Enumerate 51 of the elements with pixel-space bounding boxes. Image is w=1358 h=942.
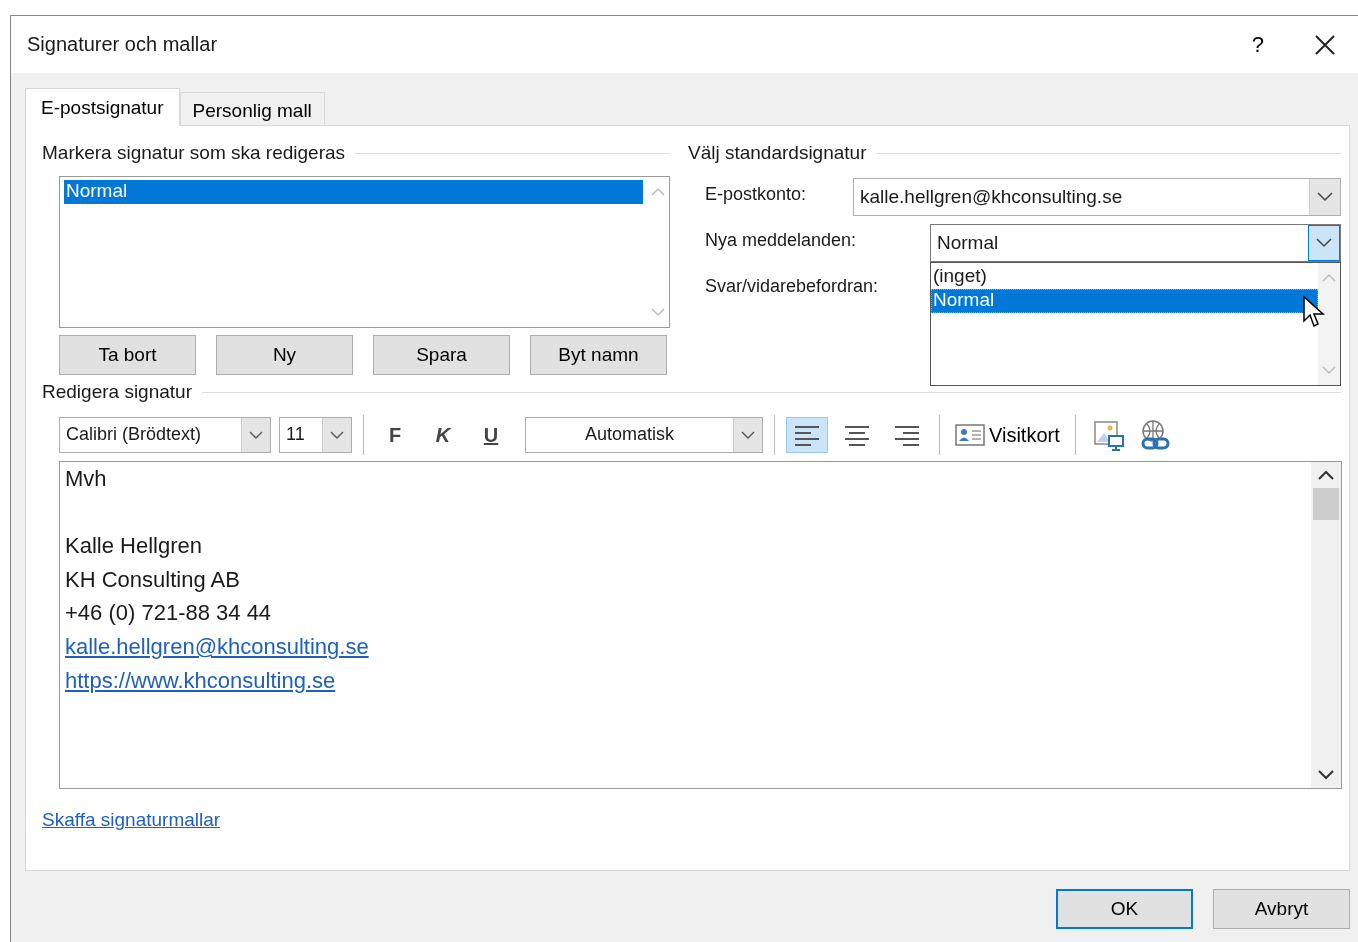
dropdown-field[interactable]: Normal bbox=[930, 224, 1341, 262]
field-label: Nya meddelanden: bbox=[705, 229, 858, 251]
scroll-down-icon[interactable] bbox=[1318, 770, 1334, 780]
close-icon[interactable] bbox=[1314, 33, 1336, 56]
signature-button[interactable]: Ta bort bbox=[59, 335, 196, 375]
scrollbar-thumb[interactable] bbox=[1313, 488, 1339, 520]
dialog-button[interactable]: OK bbox=[1056, 889, 1193, 929]
tab[interactable]: E-postsignatur bbox=[25, 88, 180, 126]
scroll-up-icon[interactable] bbox=[1318, 470, 1334, 480]
signature-button[interactable]: Byt namn bbox=[530, 335, 667, 375]
dialog-button[interactable]: Avbryt bbox=[1213, 889, 1350, 929]
align-left-icon bbox=[793, 424, 821, 446]
underline-button[interactable]: U bbox=[471, 423, 511, 447]
tab[interactable]: Personlig mall bbox=[179, 92, 325, 125]
field-label: E-postkonto: bbox=[705, 183, 808, 205]
chevron-down-icon[interactable] bbox=[741, 430, 755, 440]
chevron-down-icon[interactable] bbox=[1317, 192, 1333, 202]
business-card-button[interactable]: Visitkort bbox=[951, 423, 1064, 447]
dropdown-field[interactable]: kalle.hellgren@khconsulting.se bbox=[853, 178, 1341, 216]
group-heading: Redigera signatur bbox=[42, 381, 192, 403]
dropdown-option[interactable]: (inget) bbox=[931, 265, 1318, 289]
window-title: Signaturer och mallar bbox=[27, 33, 219, 56]
templates-link[interactable]: Skaffa signaturmallar bbox=[42, 809, 221, 830]
chevron-down-icon[interactable] bbox=[330, 430, 344, 440]
align-right-icon bbox=[893, 424, 921, 446]
signature-button[interactable]: Ny bbox=[216, 335, 353, 375]
group-heading: Markera signatur som ska redigeras bbox=[42, 142, 346, 164]
dropdown-option[interactable]: Normal bbox=[931, 289, 1318, 313]
signature-line: Kalle Hellgren bbox=[65, 533, 203, 561]
signature-line: KH Consulting AB bbox=[65, 566, 241, 594]
signature-line: +46 (0) 721-88 34 44 bbox=[65, 600, 273, 628]
color-dropdown[interactable]: Automatisk bbox=[525, 417, 763, 453]
list-item[interactable]: Normal bbox=[64, 180, 643, 204]
signature-editor[interactable]: Mvh Kalle Hellgren KH Consulting AB +46 (0) 721-88 34 44 kalle.hellgren@khconsulting.se https://www.khconsulting.se bbox=[59, 461, 1342, 789]
font-size-dropdown[interactable]: 11 bbox=[279, 417, 352, 453]
signature-link[interactable]: kalle.hellgren@khconsulting.se bbox=[65, 633, 369, 659]
signature-button[interactable]: Spara bbox=[373, 335, 510, 375]
bold-button[interactable]: F bbox=[375, 423, 415, 447]
field-label: Svar/vidarebefordran: bbox=[705, 275, 880, 297]
group-heading: Välj standardsignatur bbox=[688, 142, 867, 164]
align-left-button[interactable] bbox=[786, 417, 828, 453]
signature-link[interactable]: https://www.khconsulting.se bbox=[65, 667, 336, 693]
chevron-down-icon[interactable] bbox=[249, 430, 263, 440]
help-button[interactable]: ? bbox=[1251, 31, 1264, 58]
align-center-icon bbox=[843, 424, 871, 446]
contact-card-icon bbox=[955, 424, 985, 446]
signature-line: Mvh bbox=[65, 466, 108, 493]
font-dropdown[interactable]: Calibri (Brödtext) bbox=[59, 417, 271, 453]
chevron-down-icon[interactable] bbox=[1316, 238, 1332, 248]
insert-picture-icon[interactable] bbox=[1092, 419, 1125, 451]
italic-button[interactable]: K bbox=[423, 423, 463, 447]
